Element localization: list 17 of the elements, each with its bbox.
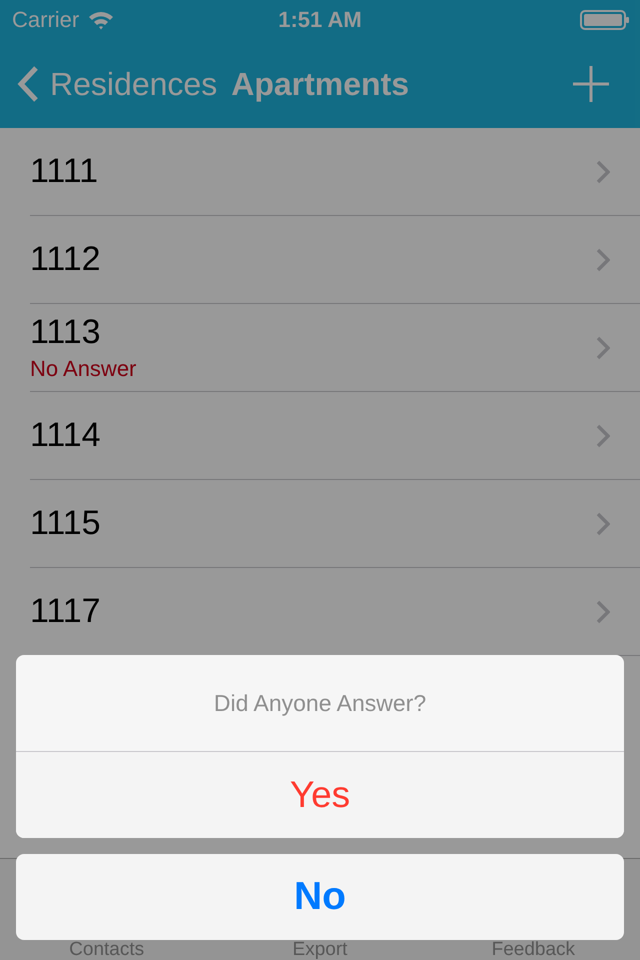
nav-title: Apartments bbox=[231, 66, 410, 102]
sheet-title: Did Anyone Answer? bbox=[214, 690, 426, 716]
apartment-number: 1117 bbox=[30, 592, 102, 631]
apartment-number: 1113 bbox=[30, 313, 102, 352]
apartment-number: 1111 bbox=[30, 152, 100, 191]
apartment-number: 1115 bbox=[30, 504, 102, 543]
apartment-row[interactable]: 1111 bbox=[30, 128, 640, 216]
apartment-row[interactable]: 1112 bbox=[30, 216, 640, 304]
apartment-number: 1114 bbox=[30, 416, 102, 455]
apartment-row[interactable]: 1113 No Answer bbox=[30, 304, 640, 392]
apartment-row[interactable]: 1115 bbox=[30, 480, 640, 568]
answer-status: No Answer bbox=[30, 356, 138, 382]
carrier-name: Carrier bbox=[12, 7, 80, 33]
cancel-button[interactable]: No bbox=[16, 854, 624, 940]
apartment-number: 1112 bbox=[30, 240, 102, 279]
apartment-row[interactable]: 1114 bbox=[30, 392, 640, 480]
status-time: 1:51 AM bbox=[278, 7, 362, 32]
